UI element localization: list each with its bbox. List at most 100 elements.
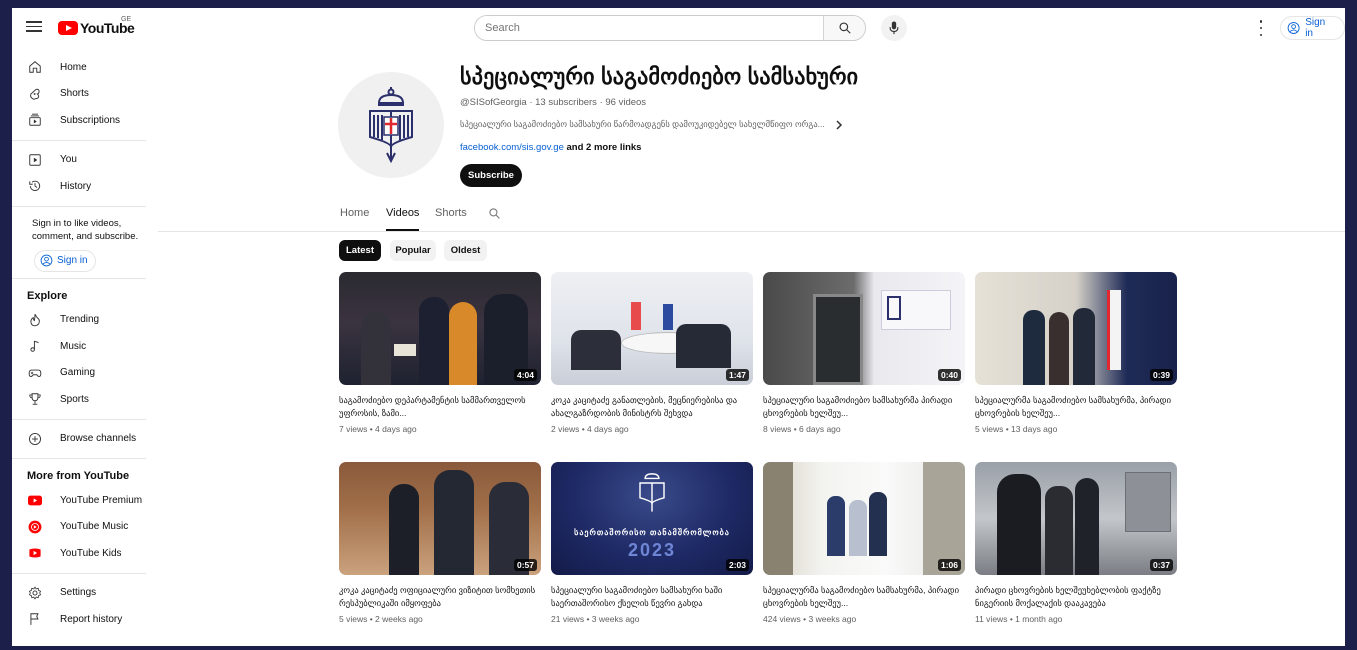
upload-age: 4 days ago (587, 424, 629, 434)
video-meta: 21 views • 3 weeks ago (551, 614, 640, 624)
view-count: 2 views (551, 424, 580, 434)
video-card[interactable]: 0:39 სპეციალურმა საგამოძიებო სამსახურმა,… (975, 272, 1177, 434)
sidebar-item-label: Shorts (60, 88, 89, 100)
video-title[interactable]: კოკა კაციტაძე განათლების, მეცნიერებისა დ… (551, 394, 753, 420)
voice-search-button[interactable] (881, 15, 907, 41)
sidebar-item-history[interactable]: History (12, 173, 158, 200)
more-from-youtube-heading: More from YouTube (27, 470, 130, 482)
video-title[interactable]: სპეციალურმა საგამოძიებო სამსახურმა, პირა… (975, 394, 1177, 420)
facebook-link[interactable]: facebook.com/sis.gov.ge (460, 142, 564, 153)
video-title[interactable]: სპეციალური საგამოძიებო სამსახური ხაში სა… (551, 584, 753, 610)
video-card[interactable]: 4:04 საგამოძიებო დეპარტამენტის სამმართვე… (339, 272, 541, 434)
sidebar-item-youtube-premium[interactable]: YouTube Premium (12, 487, 158, 514)
sidebar-item-shorts[interactable]: Shorts (12, 81, 158, 108)
search-icon (838, 22, 851, 34)
music-icon (28, 339, 42, 353)
video-thumbnail[interactable]: 0:40 (763, 272, 965, 385)
video-title[interactable]: საგამოძიებო დეპარტამენტის სამმართველოს უ… (339, 394, 541, 420)
youtube-premium-icon (28, 493, 42, 507)
channel-description[interactable]: სპეციალური საგამოძიებო სამსახური წარმოად… (460, 119, 843, 130)
video-card[interactable]: 0:37 პირადი ცხოვრების ხელშეუხებლობის ფაქ… (975, 462, 1177, 624)
sidebar-item-subscriptions[interactable]: Subscriptions (12, 107, 158, 134)
video-duration: 1:47 (725, 369, 749, 381)
video-duration: 0:39 (1149, 369, 1173, 381)
tab-shorts[interactable]: Shorts (435, 207, 467, 231)
video-thumbnail[interactable]: 0:37 (975, 462, 1177, 575)
view-count: 8 views (763, 424, 792, 434)
more-links[interactable]: and 2 more links (567, 142, 642, 153)
video-thumbnail[interactable]: 0:57 (339, 462, 541, 575)
video-title[interactable]: კოკა კაციტაძე ოფიციალური ვიზიტით სომხეთი… (339, 584, 541, 610)
search-input[interactable] (475, 16, 823, 40)
history-icon (28, 179, 42, 193)
thumbnail-year: 2023 (627, 540, 677, 560)
search-box (474, 15, 866, 41)
menu-icon[interactable] (26, 18, 42, 36)
sidebar-item-gaming[interactable]: Gaming (12, 360, 158, 387)
chip-latest[interactable]: Latest (339, 240, 381, 261)
video-count: 96 videos (605, 97, 647, 108)
sidebar-item-browse-channels[interactable]: Browse channels (12, 426, 158, 453)
sidebar-item-label: Browse channels (60, 433, 137, 445)
video-title[interactable]: პირადი ცხოვრების ხელშეუხებლობის ფაქტზე ნ… (975, 584, 1177, 610)
video-meta: 8 views • 6 days ago (763, 424, 841, 434)
subscribe-button[interactable]: Subscribe (460, 164, 522, 187)
tab-videos[interactable]: Videos (386, 207, 420, 231)
sidebar-divider (12, 458, 146, 459)
sidebar-divider (12, 418, 146, 420)
sidebar-item-sports[interactable]: Sports (12, 386, 158, 413)
sign-in-label: Sign in (1305, 17, 1326, 39)
channel-tabs: Home Videos Shorts (158, 202, 1345, 232)
chip-popular[interactable]: Popular (390, 240, 436, 261)
video-card[interactable]: 0:40 სპეციალური საგამოძიებო სამსახურმა პ… (763, 272, 965, 434)
sidebar-item-youtube-kids[interactable]: YouTube Kids (12, 540, 158, 567)
sidebar-divider (12, 572, 146, 574)
video-meta: 7 views • 4 days ago (339, 424, 417, 434)
view-count: 424 views (763, 614, 801, 624)
sidebar-item-settings[interactable]: Settings (12, 580, 158, 607)
channel-links: facebook.com/sis.gov.ge and 2 more links (460, 142, 641, 153)
video-duration: 4:04 (513, 369, 537, 381)
sign-in-button[interactable]: Sign in (1280, 16, 1345, 40)
video-meta: 5 views • 2 weeks ago (339, 614, 423, 624)
sidebar-item-home[interactable]: Home (12, 54, 158, 81)
sidebar-item-label: Music (60, 340, 87, 352)
upload-age: 13 days ago (1011, 424, 1058, 434)
video-card[interactable]: 0:57 კოკა კაციტაძე ოფიციალური ვიზიტით სო… (339, 462, 541, 624)
sis-emblem-logo (639, 473, 665, 512)
search-button[interactable] (823, 16, 865, 40)
video-thumbnail[interactable]: 1:47 (551, 272, 753, 385)
video-thumbnail[interactable]: საერთაშორისო თანამშრომლობა 2023 2:03 (551, 462, 753, 575)
sign-in-message: Sign in to like videos, comment, and sub… (32, 217, 139, 242)
channel-description-text: სპეციალური საგამოძიებო სამსახური წარმოად… (460, 119, 825, 129)
sidebar-item-trending[interactable]: Trending (12, 307, 158, 334)
view-count: 5 views (975, 424, 1004, 434)
video-card[interactable]: საერთაშორისო თანამშრომლობა 2023 2:03 სპე… (551, 462, 753, 624)
tab-home[interactable]: Home (340, 207, 369, 231)
channel-search-icon[interactable] (488, 207, 501, 225)
chip-oldest[interactable]: Oldest (444, 240, 487, 261)
add-circle-icon (28, 432, 42, 446)
upload-age: 6 days ago (799, 424, 841, 434)
video-card[interactable]: 1:47 კოკა კაციტაძე განათლების, მეცნიერებ… (551, 272, 753, 434)
sidebar-item-youtube-music[interactable]: YouTube Music (12, 514, 158, 541)
sidebar-sign-in-button[interactable]: Sign in (34, 249, 96, 272)
video-duration: 1:06 (937, 559, 961, 571)
country-code: GE (121, 16, 132, 23)
video-title[interactable]: სპეციალური საგამოძიებო სამსახურმა პირადი… (763, 394, 965, 420)
subscriptions-icon (28, 113, 42, 127)
video-thumbnail[interactable]: 1:06 (763, 462, 965, 575)
sidebar-divider (12, 205, 146, 207)
sidebar-item-label: YouTube Premium (60, 494, 143, 506)
video-card[interactable]: 1:06 სპეციალურმა საგამოძიებო სამსახურმა,… (763, 462, 965, 624)
video-thumbnail[interactable]: 4:04 (339, 272, 541, 385)
channel-avatar[interactable] (338, 72, 444, 178)
video-title[interactable]: სპეციალურმა საგამოძიებო სამსახურმა, პირა… (763, 584, 965, 610)
sidebar-item-report-history[interactable]: Report history (12, 606, 158, 633)
video-thumbnail[interactable]: 0:39 (975, 272, 1177, 385)
microphone-icon (889, 21, 899, 35)
sidebar-item-you[interactable]: You (12, 147, 158, 174)
sidebar-item-music[interactable]: Music (12, 333, 158, 360)
view-count: 21 views (551, 614, 585, 624)
more-options-icon[interactable] (1256, 20, 1266, 36)
